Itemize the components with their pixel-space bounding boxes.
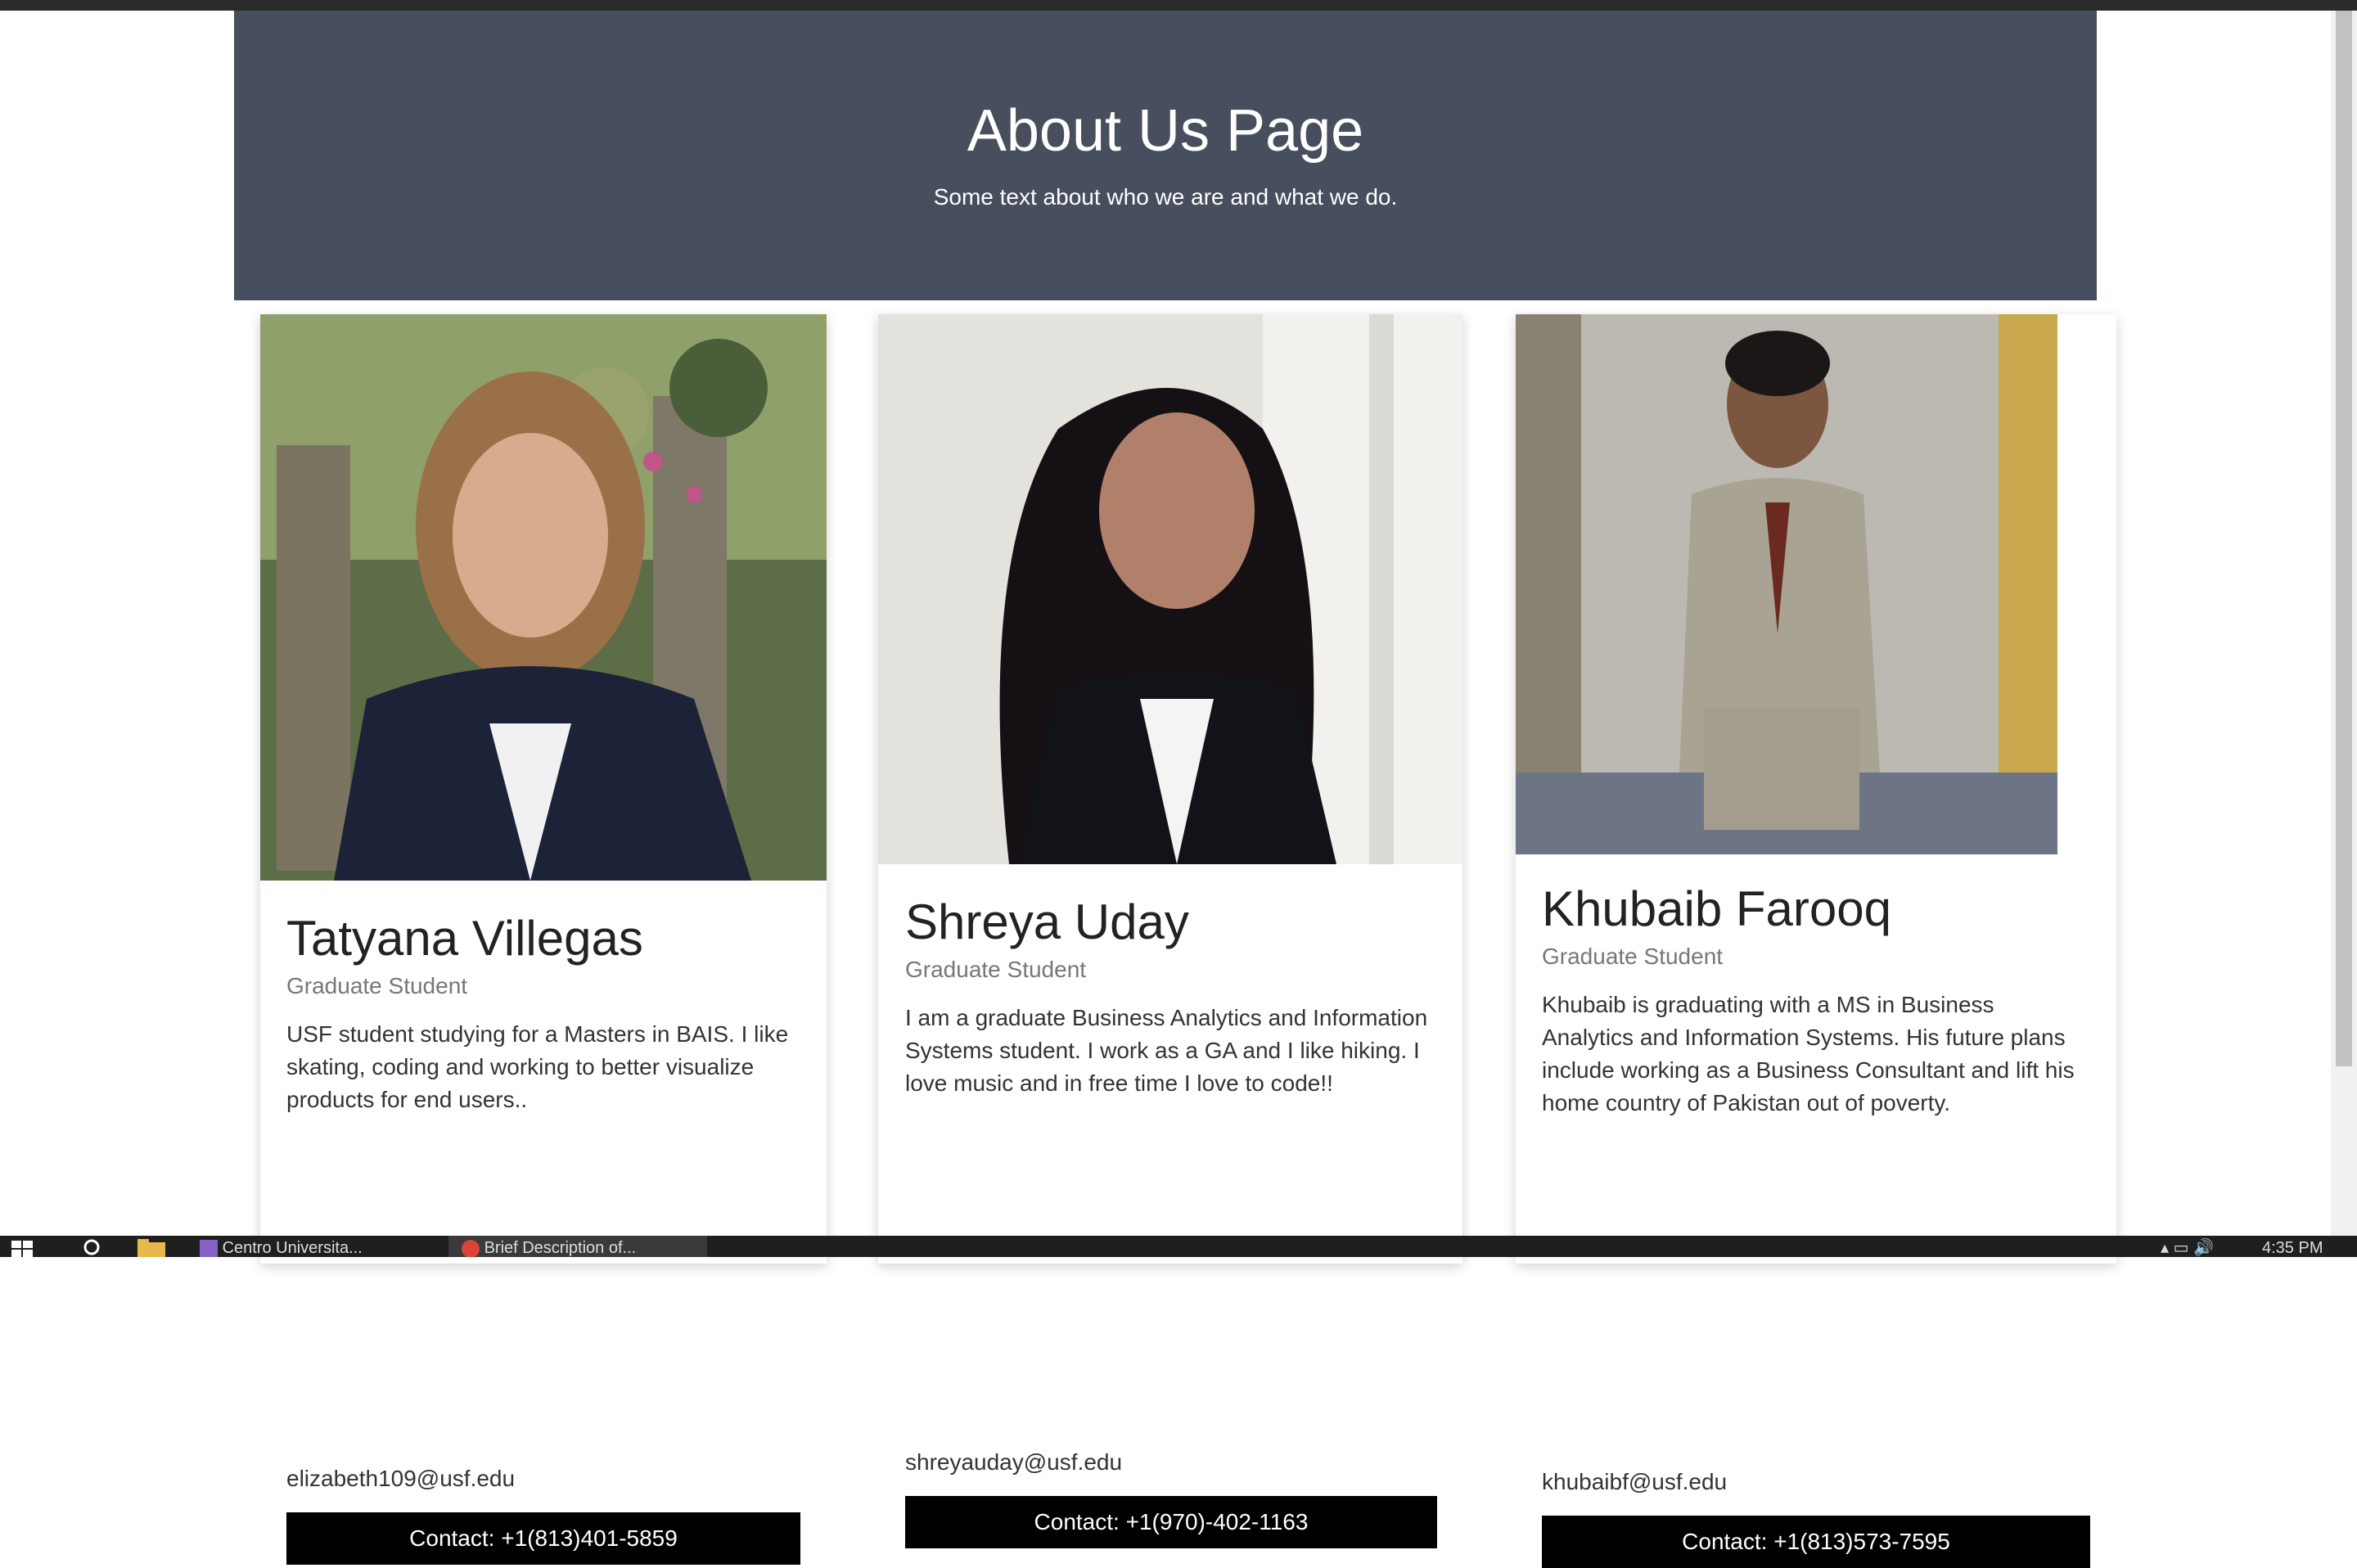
member-bio: USF student studying for a Masters in BA… [286, 1021, 789, 1112]
member-name: Tatyana Villegas [286, 911, 643, 966]
member-photo [260, 314, 827, 881]
chrome-icon [462, 1239, 480, 1257]
system-tray[interactable]: ▴ ▭ 🔊 [2161, 1239, 2214, 1257]
member-role: Graduate Student [905, 957, 1087, 982]
taskbar-clock[interactable]: 4:35 PM [2262, 1239, 2323, 1257]
member-photo [878, 314, 1462, 864]
member-bio: I am a graduate Business Analytics and I… [905, 1005, 1428, 1096]
search-icon[interactable] [82, 1239, 101, 1257]
member-email: shreyauday@usf.edu [905, 1449, 1123, 1475]
page-title: About Us Page [967, 98, 1364, 164]
page-subtitle: Some text about who we are and what we d… [933, 184, 1398, 210]
member-card-tatyana: Tatyana Villegas Graduate Student USF st… [260, 314, 827, 1565]
member-photo [1516, 314, 2057, 854]
taskbar-app-2[interactable]: Brief Description of... [462, 1239, 636, 1257]
member-email: elizabeth109@usf.edu [286, 1466, 516, 1491]
member-role: Graduate Student [286, 973, 468, 998]
taskbar-app-1-label: Centro Universita... [222, 1239, 363, 1257]
member-name: Shreya Uday [905, 894, 1189, 949]
member-card-shreya: Shreya Uday Graduate Student I am a grad… [878, 314, 1462, 1548]
member-card-khubaib: Khubaib Farooq Graduate Student Khubaib … [1516, 314, 2116, 1568]
contact-button[interactable]: Contact: +1(970)-402-1163 [905, 1496, 1437, 1548]
member-email: khubaibf@usf.edu [1542, 1469, 1728, 1494]
about-hero: About Us Page Some text about who we are… [234, 11, 2097, 300]
page-scrollbar[interactable] [2331, 11, 2357, 1236]
taskbar-app-2-label: Brief Description of... [484, 1239, 637, 1257]
browser-top-bar [0, 0, 2357, 11]
visual-studio-icon [200, 1239, 218, 1257]
windows-start-icon[interactable] [11, 1241, 33, 1257]
folder-icon[interactable] [137, 1239, 165, 1257]
contact-button[interactable]: Contact: +1(813)401-5859 [286, 1512, 800, 1565]
taskbar: Centro Universita... Brief Description o… [0, 1236, 2357, 1257]
contact-button[interactable]: Contact: +1(813)573-7595 [1542, 1516, 2090, 1568]
scrollbar-thumb[interactable] [2336, 11, 2352, 1066]
member-role: Graduate Student [1542, 944, 1724, 969]
member-name: Khubaib Farooq [1542, 881, 1891, 936]
taskbar-app-1[interactable]: Centro Universita... [200, 1239, 363, 1257]
member-bio: Khubaib is graduating with a MS in Busin… [1542, 992, 2075, 1115]
